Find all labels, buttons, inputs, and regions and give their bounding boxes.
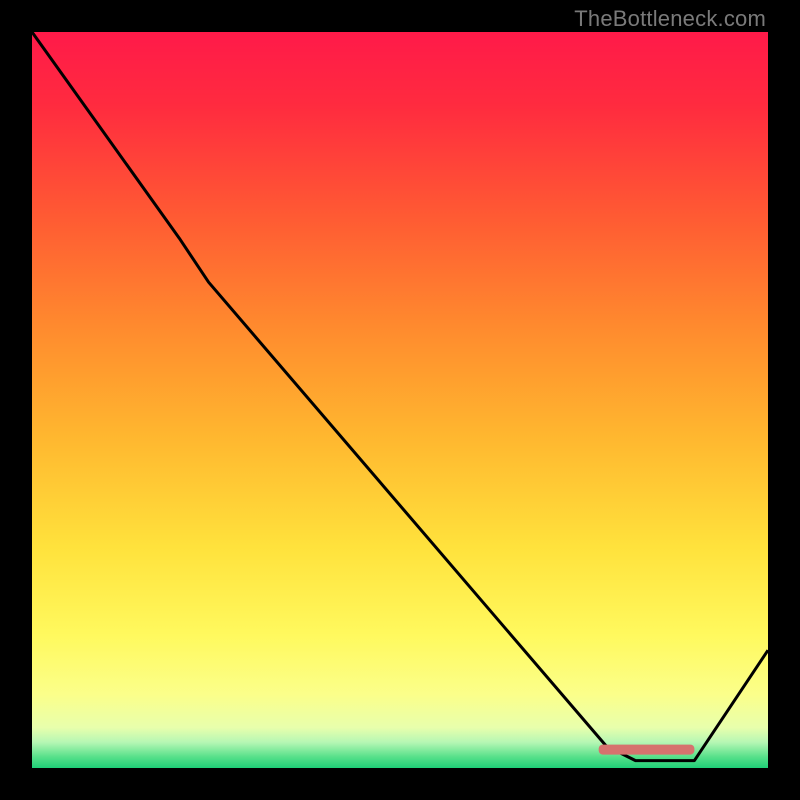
chart-overlay bbox=[32, 32, 768, 768]
watermark-text: TheBottleneck.com bbox=[574, 6, 766, 32]
highlight-bar bbox=[599, 745, 695, 755]
plot-area bbox=[32, 32, 768, 768]
bottleneck-curve bbox=[32, 32, 768, 761]
